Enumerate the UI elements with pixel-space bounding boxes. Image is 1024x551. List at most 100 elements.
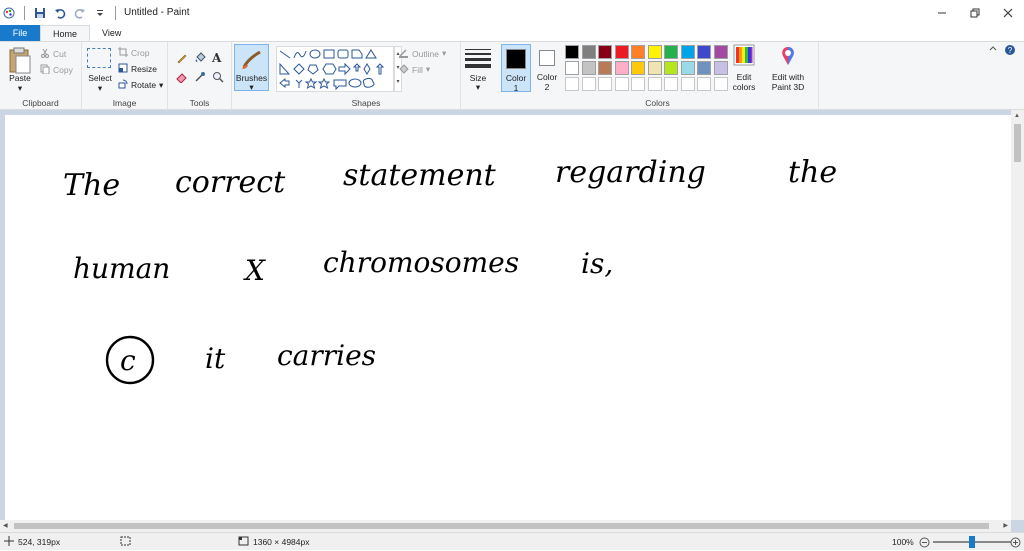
paint-app-icon[interactable] (2, 6, 16, 20)
copy-label: Copy (53, 65, 73, 75)
palette-empty-swatch[interactable] (647, 77, 662, 91)
palette-color-swatch[interactable] (680, 61, 695, 75)
scroll-right-arrow-icon[interactable]: ▶ (1003, 522, 1008, 529)
paint3d-icon[interactable] (777, 45, 799, 67)
restore-button[interactable] (958, 0, 991, 25)
color2-button[interactable]: Color 2 (533, 44, 563, 92)
outline-button[interactable]: Outline ▾ (398, 47, 446, 60)
zoom-slider-thumb[interactable] (969, 536, 975, 548)
palette-color-swatch[interactable] (664, 61, 678, 75)
eraser-icon[interactable] (176, 71, 188, 85)
palette-empty-swatch[interactable] (664, 77, 678, 91)
vertical-scroll-thumb[interactable] (1014, 124, 1021, 162)
paste-dropdown-icon[interactable]: ▾ (4, 83, 36, 94)
crop-label: Crop (131, 48, 150, 58)
fill-icon (398, 63, 409, 76)
handwriting-layer: The correct statement regarding the huma… (63, 155, 837, 385)
palette-color-swatch[interactable] (614, 45, 629, 59)
palette-color-swatch[interactable] (664, 45, 678, 59)
outline-icon (398, 47, 409, 60)
fill-button[interactable]: Fill ▾ (398, 63, 430, 76)
palette-color-swatch[interactable] (581, 45, 596, 59)
select-button[interactable]: Select (84, 73, 116, 83)
drawing-canvas[interactable]: The correct statement regarding the huma… (5, 115, 1011, 520)
palette-color-swatch[interactable] (697, 45, 711, 59)
canvas-word: is, (581, 247, 613, 280)
paste-icon[interactable] (8, 46, 34, 76)
save-icon[interactable] (33, 6, 47, 20)
palette-empty-swatch[interactable] (680, 77, 695, 91)
cut-button[interactable]: Cut (40, 48, 66, 60)
color2-label: Color (536, 72, 558, 82)
palette-empty-swatch[interactable] (581, 77, 596, 91)
edit-colors-icon[interactable] (733, 44, 755, 66)
zoom-in-button[interactable] (1010, 533, 1021, 551)
edit-colors-button[interactable]: Edit colors (727, 72, 761, 92)
copy-button[interactable]: Copy (40, 64, 73, 76)
fill-bucket-icon[interactable] (194, 52, 206, 66)
undo-icon[interactable] (53, 6, 67, 20)
outline-dropdown-icon: ▾ (441, 48, 447, 58)
quick-access-toolbar (0, 0, 118, 25)
shapes-gallery[interactable] (276, 46, 394, 92)
tab-file[interactable]: File (0, 25, 40, 41)
palette-empty-swatch[interactable] (697, 77, 711, 91)
palette-color-swatch[interactable] (565, 61, 579, 75)
clipboard-group: Paste ▾ Cut Copy Clipboard (0, 42, 82, 110)
scroll-left-arrow-icon[interactable]: ◀ (3, 522, 8, 529)
outline-label: Outline (412, 48, 439, 59)
tab-home[interactable]: Home (40, 25, 91, 41)
minimize-button[interactable] (925, 0, 958, 25)
redo-icon[interactable] (73, 6, 87, 20)
palette-color-swatch[interactable] (631, 45, 645, 59)
crop-button[interactable]: Crop (118, 47, 149, 59)
vertical-scrollbar[interactable]: ▲ (1011, 110, 1024, 520)
pencil-icon[interactable] (176, 52, 188, 66)
palette-color-swatch[interactable] (647, 61, 662, 75)
canvas-word: it (205, 342, 226, 375)
palette-color-swatch[interactable] (697, 61, 711, 75)
tab-view[interactable]: View (90, 25, 133, 41)
paint3d-label-1: Edit with (771, 72, 805, 82)
color2-number: 2 (544, 82, 550, 92)
svg-text:?: ? (1008, 46, 1013, 55)
palette-color-swatch[interactable] (565, 45, 579, 59)
help-icon[interactable]: ? (1004, 44, 1016, 58)
palette-color-swatch[interactable] (713, 45, 728, 59)
zoom-out-button[interactable] (919, 533, 930, 551)
horizontal-scroll-thumb[interactable] (14, 523, 989, 529)
close-button[interactable] (991, 0, 1024, 25)
brushes-button[interactable]: Brushes ▾ (234, 44, 269, 92)
palette-color-swatch[interactable] (598, 45, 612, 59)
select-icon[interactable] (87, 48, 111, 68)
canvas-option-letter: c (120, 344, 136, 377)
rotate-button[interactable]: Rotate ▾ (118, 79, 163, 91)
palette-color-swatch[interactable] (713, 61, 728, 75)
paste-button[interactable]: Paste (4, 73, 36, 83)
palette-empty-swatch[interactable] (614, 77, 629, 91)
image-size-text: 1360 × 4984px (253, 537, 310, 547)
palette-empty-swatch[interactable] (598, 77, 612, 91)
color1-button[interactable]: Color 1 (501, 44, 531, 93)
palette-color-swatch[interactable] (647, 45, 662, 59)
scroll-up-arrow-icon[interactable]: ▲ (1014, 113, 1020, 119)
horizontal-scrollbar[interactable]: ◀ ▶ (0, 520, 1011, 532)
canvas-word: The (63, 168, 120, 203)
select-dropdown-icon[interactable]: ▾ (84, 83, 116, 94)
magnifier-icon[interactable] (212, 71, 224, 85)
palette-color-swatch[interactable] (680, 45, 695, 59)
size-button[interactable]: Size ▾ (463, 44, 493, 92)
palette-color-swatch[interactable] (581, 61, 596, 75)
palette-empty-swatch[interactable] (713, 77, 728, 91)
color-picker-icon[interactable] (194, 71, 206, 85)
collapse-ribbon-icon[interactable] (988, 44, 998, 56)
palette-color-swatch[interactable] (614, 61, 629, 75)
resize-button[interactable]: Resize (118, 63, 157, 75)
palette-color-swatch[interactable] (598, 61, 612, 75)
text-tool-icon[interactable]: A (212, 51, 221, 65)
palette-color-swatch[interactable] (631, 61, 645, 75)
palette-empty-swatch[interactable] (565, 77, 579, 91)
palette-empty-swatch[interactable] (631, 77, 645, 91)
customize-toolbar-icon[interactable] (93, 6, 107, 20)
edit-with-paint3d-button[interactable]: Edit with Paint 3D (767, 72, 809, 92)
